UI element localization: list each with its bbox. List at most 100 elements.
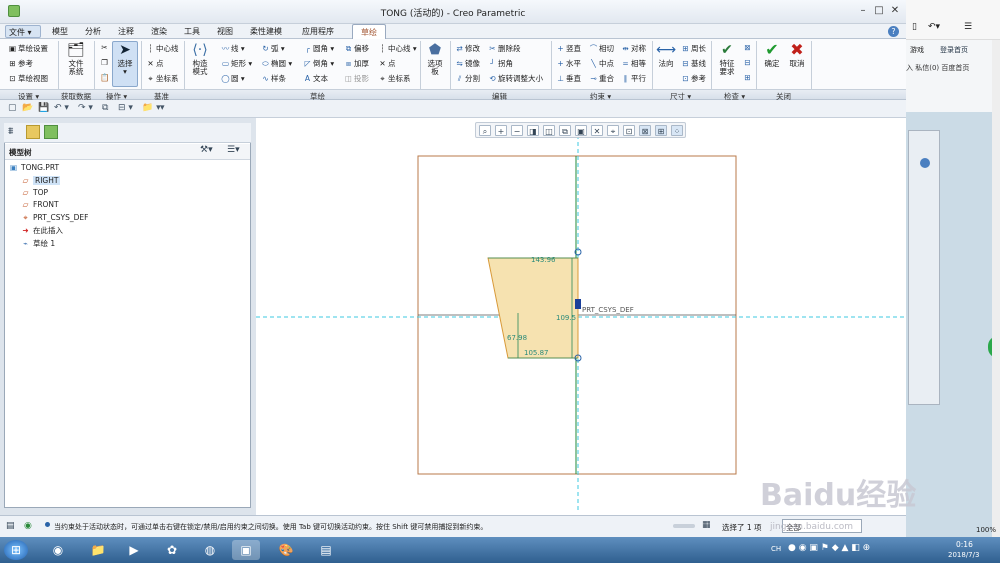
tree-item-insert-here[interactable]: ➜ 在此插入	[20, 225, 63, 236]
baseline-button[interactable]: ⊟ 基线	[681, 58, 706, 69]
datum-display-icon[interactable]: ✕	[591, 125, 603, 136]
perimeter-button[interactable]: ⊞ 周长	[681, 43, 706, 54]
coincident-constraint-button[interactable]: ⊸ 重合	[589, 73, 614, 84]
start-button[interactable]: ⊞	[4, 540, 28, 560]
undo-icon[interactable]: ↶ ▾	[54, 103, 69, 113]
grid-display-icon[interactable]: ⊞	[655, 125, 667, 136]
sketch-view-icon[interactable]: ⌖	[607, 125, 619, 136]
fillet-button[interactable]: ╭ 圆角 ▾	[303, 43, 334, 54]
construction-mode-button[interactable]: ⟨·⟩ 构造 模式	[187, 42, 213, 76]
menu-file[interactable]: 文件 ▾	[5, 25, 41, 38]
equal-constraint-button[interactable]: = 相等	[621, 58, 646, 69]
popup-help-icon[interactable]	[920, 158, 930, 168]
tree-item-sketch[interactable]: ⌁ 草绘 1	[20, 238, 55, 249]
tree-item-front[interactable]: ▱ FRONT	[20, 200, 59, 209]
reference-dim-button[interactable]: ⊡ 参考	[681, 73, 706, 84]
dimension-height[interactable]: 109.5	[556, 314, 576, 322]
tray-icons[interactable]: ● ◉ ▣ ⚑ ◆ ▲ ◧ ⊕	[788, 543, 870, 553]
taskbar-app-4[interactable]: ✿	[158, 540, 186, 560]
mirror-button[interactable]: ⇋ 镜像	[455, 58, 480, 69]
sketch-profile[interactable]	[487, 257, 579, 359]
datum-point-button[interactable]: ✕ 点	[146, 58, 163, 69]
divide-button[interactable]: ⫽ 分割	[455, 73, 480, 84]
tab-flexible-modeling[interactable]: 柔性建模	[250, 26, 282, 37]
tree-item-right[interactable]: ▱ RIGHT	[20, 176, 61, 185]
line-button[interactable]: 〰线 ▾	[221, 43, 245, 54]
ime-indicator[interactable]: CH	[771, 545, 781, 553]
inspect-tool-3[interactable]: ⊞	[743, 73, 753, 82]
taskbar-media-player[interactable]: ▶	[120, 540, 148, 560]
browser-game-link[interactable]: 游戏	[910, 45, 924, 55]
model-tree-tab-icon[interactable]: ⩩	[8, 126, 13, 137]
constraint-display-icon[interactable]: ⊠	[639, 125, 651, 136]
circle-button[interactable]: ◯圆 ▾	[221, 73, 244, 84]
taskbar-app-8[interactable]: ▤	[312, 540, 340, 560]
sketch-csys-button[interactable]: ⌖ 坐标系	[378, 73, 410, 84]
message-area-icon[interactable]: ▤	[6, 521, 15, 531]
dimension-top-width[interactable]: 143.96	[531, 256, 556, 264]
ellipse-button[interactable]: ⬭ 椭圆 ▾	[261, 58, 292, 69]
taskbar-explorer[interactable]: 📁	[84, 540, 112, 560]
tree-item-part[interactable]: ▣ TONG.PRT	[8, 163, 59, 172]
help-icon[interactable]: ?	[888, 26, 899, 37]
selection-filter-icon[interactable]: ▦	[702, 520, 711, 530]
browser-scrollbar[interactable]	[992, 40, 1000, 537]
customize-icon[interactable]: ▾	[160, 103, 165, 113]
sketch-centerline-button[interactable]: ┆ 中心线 ▾	[378, 43, 416, 54]
inspect-tool-1[interactable]: ⊠	[743, 43, 753, 52]
horizontal-constraint-button[interactable]: + 水平	[556, 58, 581, 69]
dimension-offset[interactable]: 67.98	[507, 334, 527, 342]
sketch-canvas[interactable]: PRT_CSYS_DEF 143.96 109.5 67.98 105.87	[256, 118, 906, 515]
spline-button[interactable]: ∿ 样条	[261, 73, 286, 84]
new-file-icon[interactable]: ▢	[8, 103, 17, 113]
status-slider[interactable]	[673, 524, 695, 528]
datum-csys-button[interactable]: ⌖ 坐标系	[146, 73, 178, 84]
cancel-button[interactable]: ✖ 取消	[786, 42, 808, 68]
display-style-icon[interactable]: ◫	[543, 125, 555, 136]
text-button[interactable]: A 文本	[303, 73, 328, 84]
offset-button[interactable]: ⧉ 偏移	[344, 43, 369, 54]
inspect-tool-2[interactable]: ⊟	[743, 58, 753, 67]
delete-segment-button[interactable]: ✂ 删除段	[488, 43, 520, 54]
dimension-display-icon[interactable]: ⊡	[623, 125, 635, 136]
dimension-bottom-width[interactable]: 105.87	[524, 349, 549, 357]
tab-analysis[interactable]: 分析	[85, 26, 101, 37]
sketch-point-button[interactable]: ✕ 点	[378, 58, 395, 69]
folder-browser-tab-icon[interactable]	[26, 125, 40, 139]
sketch-setup-button[interactable]: ▣ 草绘设置	[8, 43, 48, 54]
browser-menu-icon[interactable]: ☰	[964, 22, 972, 32]
maximize-button[interactable]: □	[872, 5, 886, 17]
rectangle-button[interactable]: ▭ 矩形 ▾	[221, 58, 252, 69]
tab-applications[interactable]: 应用程序	[302, 26, 334, 37]
tree-item-top[interactable]: ▱ TOP	[20, 188, 48, 197]
open-file-icon[interactable]: 📂	[22, 103, 33, 113]
chamfer-button[interactable]: ◸ 倒角 ▾	[303, 58, 335, 69]
browser-zoom[interactable]: 100%	[976, 526, 996, 534]
browser-login-link[interactable]: 登录首页	[940, 45, 968, 55]
tree-show-icon[interactable]: ☰▾	[227, 145, 240, 155]
tab-view[interactable]: 视图	[217, 26, 233, 37]
select-button[interactable]: ➤ 选择 ▾	[112, 41, 138, 87]
repaint-icon[interactable]: ◨	[527, 125, 539, 136]
windows-icon[interactable]: ⊟ ▾	[118, 103, 133, 113]
ok-button[interactable]: ✔ 确定	[761, 42, 783, 68]
paste-button[interactable]: 📋	[100, 73, 110, 82]
vertex-display-icon[interactable]: ⁘	[671, 125, 683, 136]
redo-icon[interactable]: ↷ ▾	[78, 103, 93, 113]
taskbar-app-5[interactable]: ◍	[196, 540, 224, 560]
palette-button[interactable]: ⬟ 选项板	[423, 42, 447, 76]
parallel-constraint-button[interactable]: ∥ 平行	[621, 73, 646, 84]
tab-model[interactable]: 模型	[52, 26, 68, 37]
thicken-button[interactable]: ⧈ 加厚	[344, 58, 369, 69]
tab-tools[interactable]: 工具	[184, 26, 200, 37]
symmetric-constraint-button[interactable]: ⇹ 对称	[621, 43, 646, 54]
vertical-constraint-button[interactable]: + 竖直	[556, 43, 581, 54]
regenerate-icon[interactable]: ⧉	[102, 103, 108, 113]
zoom-out-icon[interactable]: −	[511, 125, 523, 136]
favorites-tab-icon[interactable]	[44, 125, 58, 139]
view-manager-icon[interactable]: ▣	[575, 125, 587, 136]
feature-requirements-button[interactable]: ✔ 特征 要求	[714, 42, 740, 76]
cut-button[interactable]: ✂	[100, 43, 110, 52]
browser-back-icon[interactable]: ↶▾	[928, 22, 940, 32]
close-window-icon[interactable]: 📁 ▾	[142, 103, 161, 113]
